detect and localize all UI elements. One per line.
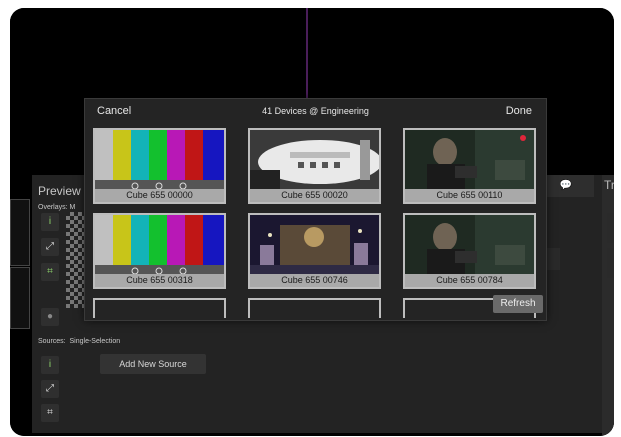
device-tile[interactable]: Cube 655 00110 xyxy=(403,128,536,204)
device-tile[interactable]: Cube 655 00020 xyxy=(248,128,381,204)
crop-icon[interactable]: ⌗ xyxy=(41,263,59,281)
device-name: Cube 655 00318 xyxy=(95,274,224,287)
device-tile[interactable] xyxy=(93,298,226,318)
device-tile[interactable]: Cube 655 00318 xyxy=(93,213,226,289)
thumbnail xyxy=(405,130,534,191)
device-picker-modal: Cancel 41 Devices @ Engineering Done Cub… xyxy=(84,98,547,321)
refresh-button[interactable]: Refresh xyxy=(493,295,543,313)
modal-title: 41 Devices @ Engineering xyxy=(262,106,369,116)
expand-icon[interactable]: ⤢ xyxy=(41,238,59,256)
info-icon[interactable]: i xyxy=(41,213,59,231)
left-panel-block xyxy=(10,267,30,329)
thumbnail xyxy=(95,215,224,276)
device-name: Cube 655 00784 xyxy=(405,274,534,287)
thumbnail xyxy=(250,130,379,191)
right-field xyxy=(546,248,560,270)
device-name: Cube 655 00020 xyxy=(250,189,379,202)
expand-icon[interactable]: ⤢ xyxy=(41,380,59,398)
overlays-label: Overlays: M xyxy=(38,204,76,211)
add-new-source-button[interactable]: Add New Source xyxy=(100,354,206,374)
preview-title: Preview xyxy=(38,184,81,198)
done-button[interactable]: Done xyxy=(506,105,532,117)
crop-icon[interactable]: ⌗ xyxy=(41,404,59,422)
thumbnail xyxy=(250,215,379,276)
left-panel-block xyxy=(10,199,30,266)
right-field xyxy=(607,248,614,278)
right-field xyxy=(607,213,614,243)
device-tile[interactable] xyxy=(248,298,381,318)
right-panel-title: Tr xyxy=(604,178,614,192)
dot-icon[interactable]: ● xyxy=(41,308,59,326)
sources-label: Sources: Single-Selection xyxy=(38,338,121,345)
record-indicator xyxy=(520,135,526,141)
device-tile[interactable]: Cube 655 00746 xyxy=(248,213,381,289)
thumbnail xyxy=(95,130,224,191)
device-name: Cube 655 00746 xyxy=(250,274,379,287)
info-icon[interactable]: i xyxy=(41,356,59,374)
device-tile[interactable]: Cube 655 00000 xyxy=(93,128,226,204)
chat-icon: 💬 xyxy=(559,180,573,191)
device-tile[interactable]: Cube 655 00784 xyxy=(403,213,536,289)
modal-header: Cancel 41 Devices @ Engineering Done xyxy=(85,99,546,125)
device-name: Cube 655 00000 xyxy=(95,189,224,202)
thumbnail xyxy=(405,215,534,276)
device-name: Cube 655 00110 xyxy=(405,189,534,202)
